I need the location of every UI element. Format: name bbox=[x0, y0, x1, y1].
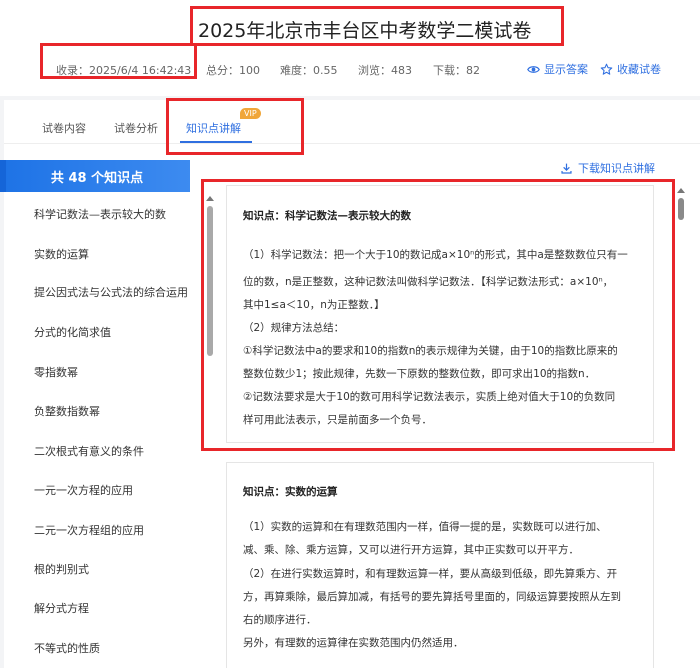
knowledge-text-line: （2）在进行实数运算时，和有理数运算一样，要从高级到低级，即先算乘方、开 bbox=[243, 568, 618, 580]
knowledge-card: 知识点：科学记数法—表示较大的数 （1）科学记数法：把一个大于10的数记成a×1… bbox=[226, 185, 654, 443]
main-panel: 试卷内容 试卷分析 知识点讲解 VIP 共 48 个知识点 科学记数法—表示较大… bbox=[0, 100, 700, 668]
knowledge-card: 知识点：实数的运算 （1）实数的运算和在有理数范围内一样，值得一提的是，实数既可… bbox=[226, 462, 654, 668]
show-answer-label: 显示答案 bbox=[544, 63, 588, 76]
knowledge-text-line: （1）科学记数法：把一个大于10的数记成a×10ⁿ的形式，其中a是整数数位只有一 bbox=[243, 249, 628, 261]
difficulty: 难度：0.55 bbox=[280, 64, 338, 77]
download-knowledge-label: 下载知识点讲解 bbox=[578, 162, 655, 175]
knowledge-text-line: 整数位数少1；按此规律，先数一下原数的整数位数，即可求出10的指数n． bbox=[243, 368, 596, 380]
knowledge-text-line: （2）规律方法总结： bbox=[243, 322, 345, 334]
knowledge-item[interactable]: 根的判别式 bbox=[34, 561, 89, 577]
knowledge-text-line: 减、乘、除、乘方运算，又可以进行开方运算，其中正实数可以开平方． bbox=[243, 544, 579, 556]
eye-icon bbox=[527, 65, 540, 73]
favorite-label: 收藏试卷 bbox=[617, 63, 661, 76]
knowledge-text-line: 样可用此法表示，只是前面多一个负号． bbox=[243, 414, 432, 426]
knowledge-text-line: ①科学记数法中a的要求和10的指数n的表示规律为关键，由于10的指数比原来的 bbox=[243, 345, 618, 357]
knowledge-item[interactable]: 科学记数法—表示较大的数 bbox=[34, 206, 166, 222]
vip-badge: VIP bbox=[240, 108, 261, 119]
collected-time: 收录：2025/6/4 16:42:43 bbox=[56, 64, 192, 77]
knowledge-text-line: 右的顺序进行． bbox=[243, 614, 317, 626]
knowledge-card-title: 知识点：实数的运算 bbox=[243, 486, 338, 498]
tab-knowledge-points[interactable]: 知识点讲解 bbox=[186, 120, 241, 136]
knowledge-item[interactable]: 零指数幂 bbox=[34, 364, 78, 380]
download-icon bbox=[561, 163, 572, 174]
knowledge-item[interactable]: 一元一次方程的应用 bbox=[34, 482, 133, 498]
knowledge-text-line: 位的数，n是正整数，这种记数法叫做科学记数法．【科学记数法形式：a×10ⁿ， bbox=[243, 276, 614, 288]
knowledge-text-line: （1）实数的运算和在有理数范围内一样，值得一提的是，实数既可以进行加、 bbox=[243, 521, 607, 533]
knowledge-item[interactable]: 不等式的性质 bbox=[34, 640, 100, 656]
knowledge-text-line: 方，再算乘除，最后算加减，有括号的要先算括号里面的，同级运算要按照从左到 bbox=[243, 591, 621, 603]
star-icon bbox=[600, 63, 613, 75]
knowledge-item[interactable]: 解分式方程 bbox=[34, 600, 89, 616]
main-scrollbar-thumb[interactable] bbox=[678, 198, 684, 220]
tab-paper-content[interactable]: 试卷内容 bbox=[42, 120, 86, 136]
page-title: 2025年北京市丰台区中考数学二模试卷 bbox=[198, 20, 532, 42]
knowledge-sidebar: 共 48 个知识点 科学记数法—表示较大的数 实数的运算 提公因式法与公式法的综… bbox=[0, 160, 214, 668]
favorite-button[interactable]: 收藏试卷 bbox=[600, 61, 661, 77]
knowledge-item[interactable]: 二元一次方程组的应用 bbox=[34, 522, 144, 538]
knowledge-card-title: 知识点：科学记数法—表示较大的数 bbox=[243, 210, 411, 222]
knowledge-item[interactable]: 二次根式有意义的条件 bbox=[34, 443, 144, 459]
knowledge-item[interactable]: 实数的运算 bbox=[34, 246, 89, 262]
download-knowledge-button[interactable]: 下载知识点讲解 bbox=[560, 160, 655, 176]
download-count: 下载：82 bbox=[433, 64, 480, 77]
tab-bar: 试卷内容 试卷分析 知识点讲解 VIP bbox=[4, 100, 700, 144]
paper-header: 2025年北京市丰台区中考数学二模试卷 收录：2025/6/4 16:42:43… bbox=[0, 0, 700, 96]
knowledge-text-line: 另外，有理数的运算律在实数范围内仍然适用． bbox=[243, 637, 464, 649]
knowledge-text-line: 其中1≤a＜10，n为正整数．】 bbox=[243, 299, 385, 311]
show-answer-button[interactable]: 显示答案 bbox=[527, 61, 588, 77]
knowledge-item[interactable]: 分式的化简求值 bbox=[34, 324, 111, 340]
knowledge-count-heading: 共 48 个知识点 bbox=[0, 160, 190, 192]
tab-paper-analysis[interactable]: 试卷分析 bbox=[114, 120, 158, 136]
knowledge-text-line: ②记数法要求是大于10的数可用科学记数法表示，实质上绝对值大于10的负数同 bbox=[243, 391, 616, 403]
view-count: 浏览：483 bbox=[358, 64, 412, 77]
knowledge-item[interactable]: 负整数指数幂 bbox=[34, 403, 100, 419]
active-tab-indicator bbox=[180, 141, 252, 143]
sidebar-scrollbar-thumb[interactable] bbox=[207, 206, 213, 356]
main-scroll-up-arrow[interactable] bbox=[677, 188, 685, 193]
sidebar-scroll-up-arrow[interactable] bbox=[206, 196, 214, 201]
knowledge-item[interactable]: 提公因式法与公式法的综合运用 bbox=[34, 284, 188, 300]
total-score: 总分：100 bbox=[206, 64, 260, 77]
